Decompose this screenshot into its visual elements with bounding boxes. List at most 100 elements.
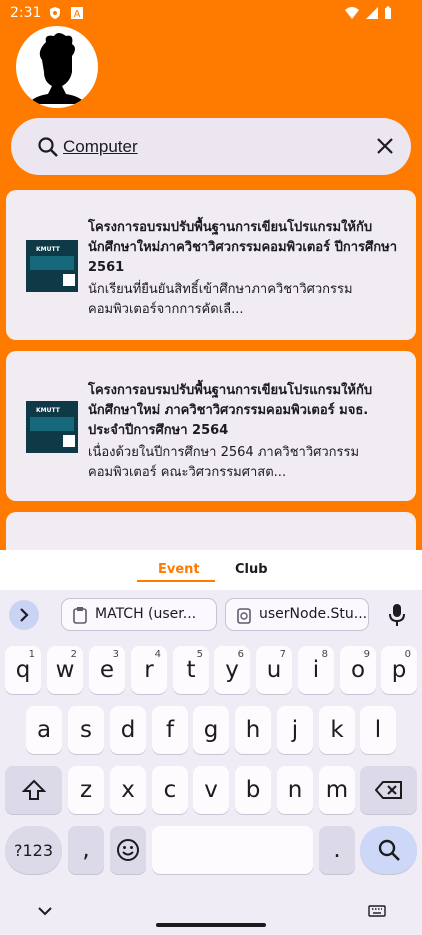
key-b[interactable]: b	[235, 766, 271, 814]
thumbnail-text: KMUTT	[36, 246, 60, 253]
qr-code-icon	[63, 435, 75, 447]
navigation-bar	[0, 893, 422, 935]
key-i[interactable]: i8	[298, 646, 334, 694]
link-clipboard-icon	[237, 608, 251, 624]
event-thumbnail: KMUTT	[26, 401, 78, 453]
shift-icon	[21, 779, 46, 800]
tab-event[interactable]: Event	[158, 562, 200, 577]
profile-avatar[interactable]	[16, 26, 98, 108]
key-label: t	[186, 657, 196, 683]
key-s[interactable]: s	[68, 706, 104, 754]
backspace-key[interactable]	[360, 766, 417, 814]
key-j[interactable]: j	[277, 706, 313, 754]
key-label: r	[144, 657, 154, 683]
event-description: นักเรียนที่ยืนยันสิทธิ์เข้าศึกษาภาควิชาว…	[88, 282, 353, 317]
close-icon[interactable]	[375, 136, 395, 156]
key-h[interactable]: h	[235, 706, 271, 754]
clipboard-icon	[73, 607, 87, 624]
key-l[interactable]: l	[360, 706, 396, 754]
key-u[interactable]: u7	[256, 646, 292, 694]
key-hint: 2	[70, 649, 77, 660]
thumbnail-banner	[30, 417, 74, 431]
key-x[interactable]: x	[110, 766, 146, 814]
key-label: y	[225, 657, 239, 683]
user-silhouette-icon	[28, 33, 86, 104]
key-a[interactable]: a	[26, 706, 62, 754]
search-bar	[11, 118, 411, 175]
event-card-partial[interactable]	[6, 512, 416, 550]
key-hint: 0	[404, 649, 411, 660]
key-label: i	[312, 657, 320, 683]
search-input[interactable]	[63, 132, 353, 162]
event-description: เนื่องด้วยในปีการศึกษา 2564 ภาควิชาวิศวก…	[88, 445, 360, 480]
chevron-down-icon[interactable]	[37, 906, 53, 916]
event-screen: 2:31 A KMUTT โครงการอบรมปรับพื้นฐานการเข…	[0, 0, 422, 550]
home-handle[interactable]	[156, 923, 266, 927]
symbols-key[interactable]: ?123	[5, 826, 62, 874]
key-k[interactable]: k	[319, 706, 355, 754]
qr-code-icon	[63, 274, 75, 286]
wifi-icon	[345, 7, 359, 19]
key-v[interactable]: v	[193, 766, 229, 814]
clipboard-suggestion[interactable]: MATCH (user...	[61, 598, 217, 631]
key-r[interactable]: r4	[131, 646, 167, 694]
period-key[interactable]: .	[319, 826, 355, 874]
key-o[interactable]: o9	[340, 646, 376, 694]
event-card[interactable]: KMUTT โครงการอบรมปรับพื้นฐานการเขียนโปรแ…	[6, 190, 416, 340]
keyboard-switch-icon[interactable]	[368, 905, 386, 917]
tab-club[interactable]: Club	[235, 562, 268, 577]
key-n[interactable]: n	[277, 766, 313, 814]
suggestion-text: MATCH (user...	[95, 606, 197, 622]
on-screen-keyboard: Event Club MATCH (user... userNode.Stu..…	[0, 550, 422, 935]
key-q[interactable]: q1	[5, 646, 41, 694]
key-g[interactable]: g	[193, 706, 229, 754]
expand-toolbar-icon[interactable]	[9, 600, 39, 630]
svg-text:A: A	[74, 9, 81, 20]
key-label: p	[391, 657, 407, 683]
key-m[interactable]: m	[319, 766, 355, 814]
comma-key[interactable]: ,	[68, 826, 104, 874]
key-label: w	[55, 657, 75, 683]
key-e[interactable]: e3	[89, 646, 125, 694]
thumbnail-text: KMUTT	[36, 407, 60, 414]
key-hint: 6	[237, 649, 244, 660]
shift-key[interactable]	[5, 766, 62, 814]
signal-icon	[366, 7, 378, 19]
key-hint: 8	[321, 649, 328, 660]
key-label: q	[15, 657, 31, 683]
event-card[interactable]: KMUTT โครงการอบรมปรับพื้นฐานการเขียนโปรแ…	[6, 351, 416, 501]
key-hint: 7	[279, 649, 286, 660]
event-title: โครงการอบรมปรับพื้นฐานการเขียนโปรแกรมให้…	[88, 220, 398, 275]
key-y[interactable]: y6	[214, 646, 250, 694]
key-c[interactable]: c	[152, 766, 188, 814]
key-hint: 9	[363, 649, 370, 660]
key-label: o	[350, 657, 366, 683]
search-action-key[interactable]	[360, 826, 417, 874]
suggestion-text: userNode.Stu...	[259, 606, 368, 622]
event-thumbnail: KMUTT	[26, 240, 78, 292]
key-hint: 5	[196, 649, 203, 660]
shield-icon	[50, 7, 60, 19]
battery-icon	[385, 6, 391, 19]
status-bar: 2:31 A	[0, 0, 422, 26]
key-w[interactable]: w2	[47, 646, 83, 694]
key-z[interactable]: z	[68, 766, 104, 814]
emoji-key[interactable]	[110, 826, 146, 874]
search-icon[interactable]	[37, 136, 59, 158]
backspace-icon	[374, 781, 402, 799]
event-title: โครงการอบรมปรับพื้นฐานการเขียนโปรแกรมให้…	[88, 383, 373, 438]
emoji-icon	[117, 839, 139, 861]
tab-indicator	[137, 580, 215, 582]
clipboard-suggestion[interactable]: userNode.Stu...	[225, 598, 369, 631]
key-d[interactable]: d	[110, 706, 146, 754]
space-key[interactable]	[152, 826, 313, 874]
key-hint: 3	[112, 649, 119, 660]
key-p[interactable]: p0	[381, 646, 417, 694]
thumbnail-banner	[30, 256, 74, 270]
key-t[interactable]: t5	[173, 646, 209, 694]
microphone-icon[interactable]	[388, 603, 406, 627]
key-hint: 1	[28, 649, 35, 660]
key-f[interactable]: f	[152, 706, 188, 754]
font-icon: A	[71, 7, 83, 20]
key-hint: 4	[154, 649, 161, 660]
